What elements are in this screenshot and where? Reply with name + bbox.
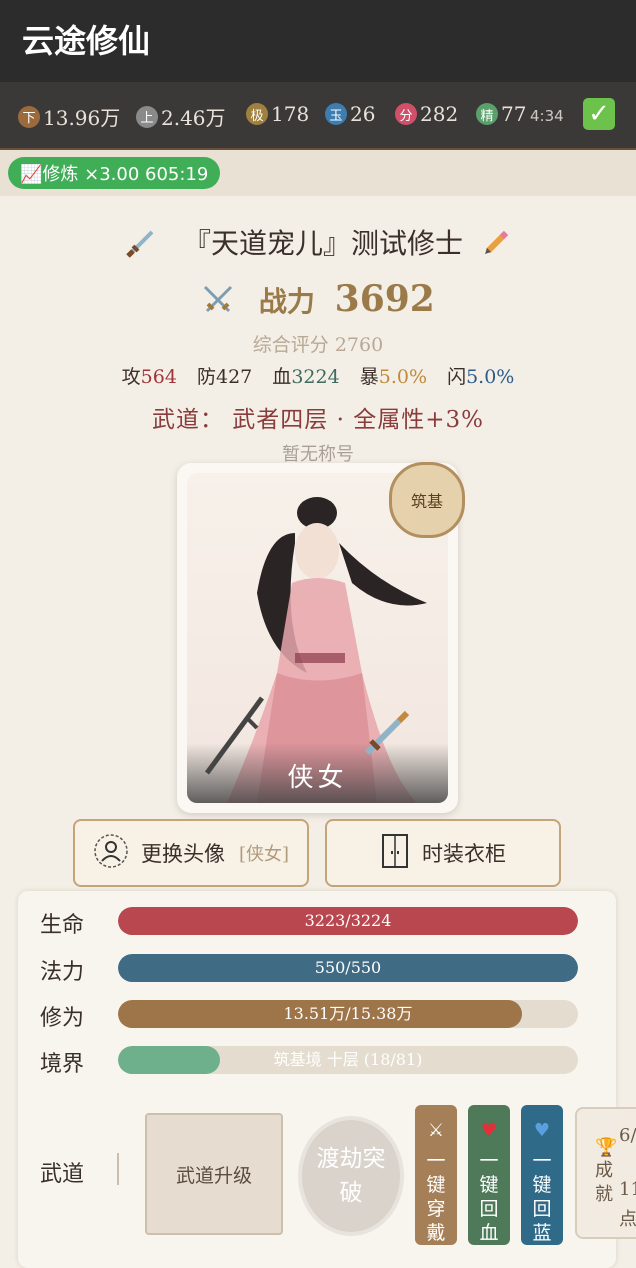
character-title: 『天道宠儿』测试修士 <box>0 222 636 267</box>
stats-row: 攻564 防427 血3224 暴5.0% 闪5.0% <box>0 362 636 389</box>
dagger-icon <box>124 224 160 267</box>
resource-value: 282 <box>420 102 459 126</box>
sword-icon <box>359 707 413 765</box>
jade-icon: 玉 <box>325 103 347 125</box>
wardrobe-button[interactable]: 时装衣柜 <box>325 819 561 887</box>
hp-text: 3223/3224 <box>304 911 392 930</box>
resource-essence: 精 77 <box>476 102 526 126</box>
power-value: 3692 <box>334 278 435 320</box>
wardrobe-label: 时装衣柜 <box>422 842 506 866</box>
heart-icon: ♥ <box>480 1120 498 1141</box>
trophy-icon: 🏆 <box>595 1137 618 1158</box>
resource-value: 26 <box>350 102 376 126</box>
stat-label: 闪 <box>447 366 467 388</box>
resource-top-stone: 极 178 <box>246 102 309 126</box>
realm-seal: 筑基 <box>389 462 465 538</box>
checkin-button[interactable]: ✓ <box>583 98 615 130</box>
resource-points: 分 282 <box>395 102 458 126</box>
mp-bar: 550/550 <box>118 954 578 982</box>
stat-attack: 564 <box>140 366 177 388</box>
realm-label: 境界 <box>40 1052 85 1077</box>
mp-label: 法力 <box>40 960 85 985</box>
martial-label: 武道 <box>40 1162 85 1187</box>
achievement-points: 11 <box>619 1179 636 1200</box>
essence-icon: 精 <box>476 103 498 125</box>
wardrobe-icon <box>380 833 410 874</box>
overall-score: 综合评分 2760 <box>252 334 384 356</box>
tribulation-button[interactable]: 渡劫突破 <box>298 1116 404 1236</box>
cultivation-bar: 13.51万/15.38万 <box>118 1000 578 1028</box>
clock: 4:34 <box>530 107 564 125</box>
resource-bar: 下 13.96万 上 2.46万 极 178 玉 26 分 282 精 77 4… <box>0 82 636 150</box>
martial-path-info: 武道： 武者四层 · 全属性+3% <box>151 407 484 433</box>
top-stone-icon: 极 <box>246 103 268 125</box>
stat-label: 暴 <box>359 366 379 388</box>
crossed-swords-icon <box>201 283 235 324</box>
character-name: 『天道宠儿』测试修士 <box>182 227 463 260</box>
resource-lower-stone: 下 13.96万 <box>18 102 120 131</box>
tribulation-label: 渡劫突破 <box>316 1146 386 1206</box>
resource-value: 13.96万 <box>43 106 121 130</box>
power-label: 战力 <box>258 285 315 318</box>
cultivation-text: 13.51万/15.38万 <box>283 1004 413 1023</box>
realm-bar: 筑基境 十层 (18/81) <box>118 1046 578 1074</box>
stat-crit: 5.0% <box>378 366 428 388</box>
current-avatar: [侠女] <box>238 844 290 865</box>
equip-all-label: 一键穿戴 <box>426 1150 446 1244</box>
resource-jade: 玉 26 <box>325 102 375 126</box>
equip-all-button[interactable]: ⚔ 一键穿戴 <box>415 1105 457 1245</box>
hp-label: 生命 <box>40 913 85 938</box>
restore-mp-label: 一键回蓝 <box>532 1150 552 1244</box>
restore-mp-button[interactable]: ♥ 一键回蓝 <box>521 1105 563 1245</box>
stat-hp: 3224 <box>291 366 340 388</box>
buff-text: 📈修炼 ×3.00 605:19 <box>20 164 209 185</box>
achievement-progress: 6/ <box>619 1125 636 1146</box>
resource-value: 77 <box>501 102 527 126</box>
combat-power: 战力 3692 <box>0 278 636 324</box>
stat-dodge: 5.0% <box>466 366 515 388</box>
blue-heart-icon: ♥ <box>533 1120 551 1141</box>
resource-value: 178 <box>271 102 310 126</box>
person-icon <box>93 833 129 874</box>
hp-bar: 3223/3224 <box>118 907 578 935</box>
app-title: 云途修仙 <box>22 22 151 60</box>
cultivation-label: 修为 <box>40 1006 85 1031</box>
achievement-label: 成就 <box>595 1160 613 1205</box>
lower-stone-icon: 下 <box>18 105 40 128</box>
mp-text: 550/550 <box>314 958 382 977</box>
stat-label: 攻 <box>121 366 141 388</box>
achievement-points-unit: 点 <box>619 1209 636 1230</box>
achievement-button[interactable]: 🏆 成就 6/ 11 点 <box>575 1107 636 1239</box>
app-bar: 云途修仙 <box>0 0 636 82</box>
check-icon: ✓ <box>588 99 610 129</box>
stat-label: 血 <box>272 366 292 388</box>
upper-stone-icon: 上 <box>136 105 158 128</box>
points-icon: 分 <box>395 103 417 125</box>
restore-hp-label: 一键回血 <box>479 1150 499 1244</box>
edit-icon[interactable] <box>482 227 512 264</box>
cultivation-buff-badge[interactable]: 📈修炼 ×3.00 605:19 <box>8 157 221 189</box>
martial-upgrade-button[interactable]: 武道升级 <box>145 1113 283 1235</box>
divider <box>117 1153 119 1185</box>
swords-icon: ⚔ <box>427 1120 445 1141</box>
restore-hp-button[interactable]: ♥ 一键回血 <box>468 1105 510 1245</box>
change-avatar-label: 更换头像 <box>140 842 225 866</box>
resource-upper-stone: 上 2.46万 <box>136 102 226 131</box>
stat-defense: 427 <box>215 366 253 388</box>
realm-text: 筑基境 十层 (18/81) <box>273 1050 423 1069</box>
change-avatar-button[interactable]: 更换头像 [侠女] <box>73 819 309 887</box>
resource-value: 2.46万 <box>161 106 226 130</box>
stat-label: 防 <box>196 366 216 388</box>
